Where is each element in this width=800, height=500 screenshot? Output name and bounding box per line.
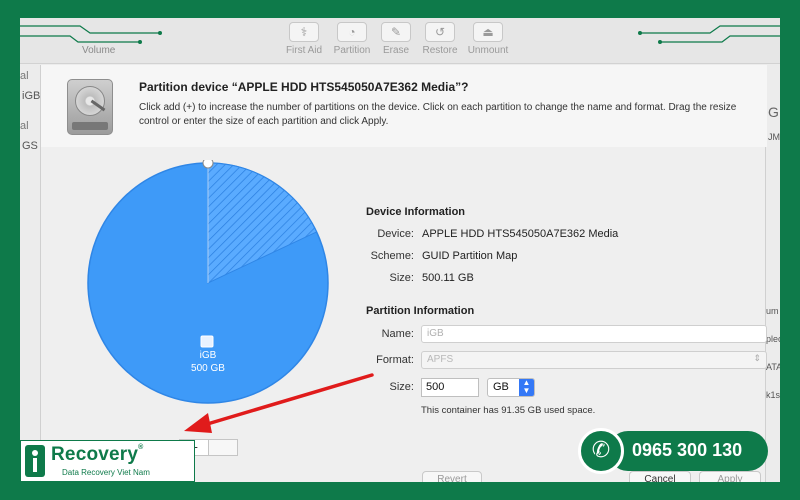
partition-size-input[interactable]: 500 — [421, 378, 479, 397]
format-select[interactable]: APFS ⇕ — [421, 351, 767, 369]
size-label: Size: — [389, 272, 414, 284]
revert-button[interactable]: Revert — [422, 471, 482, 482]
sidebar-fragment: al — [20, 120, 29, 132]
scheme-value: GUID Partition Map — [422, 250, 518, 262]
sheet-header: Partition device “APPLE HDD HTS545050A7E… — [41, 65, 767, 147]
sidebar-fragment[interactable]: GS — [22, 140, 38, 152]
partition-information-heading: Partition Information — [366, 305, 475, 317]
right-panel-fragment: k1s — [766, 390, 780, 400]
remove-partition-button[interactable] — [208, 439, 238, 456]
restore-icon: ↺ — [425, 22, 455, 42]
sheet-description: Click add (+) to increase the number of … — [139, 102, 737, 127]
pie-icon: ◔ — [337, 22, 367, 42]
scheme-label: Scheme: — [370, 250, 414, 262]
device-label: Device: — [377, 228, 414, 240]
device-information-heading: Device Information — [366, 206, 466, 218]
hard-disk-icon — [67, 79, 113, 135]
partition-pie-chart[interactable]: iGB 500 GB — [85, 160, 331, 406]
volume-label: Volume — [82, 45, 116, 56]
cancel-button[interactable]: Cancel — [629, 471, 691, 482]
format-value: APFS — [427, 354, 454, 365]
eject-icon: ⏏ — [473, 22, 503, 42]
brand-subtitle: Data Recovery Viet Nam — [62, 468, 150, 477]
sidebar-fragment: al — [20, 70, 29, 82]
right-panel-fragment: GB — [768, 104, 780, 120]
sidebar-fragment[interactable]: iGB — [22, 90, 40, 102]
size-value: 500.11 GB — [422, 272, 474, 284]
brand-name: Recovery® — [51, 444, 144, 465]
sheet-title: Partition device “APPLE HDD HTS545050A7E… — [139, 80, 469, 94]
right-panel-fragment: ATA — [766, 362, 780, 372]
circuit-decoration-left — [20, 25, 162, 44]
right-panel-fragment: um — [766, 306, 779, 316]
apply-button[interactable]: Apply — [699, 471, 761, 482]
recovery-logo: Recovery® Data Recovery Viet Nam — [20, 440, 195, 482]
circuit-decoration-right — [638, 25, 780, 44]
partition-name-label: iGB — [200, 350, 217, 361]
name-label: Name: — [381, 328, 414, 340]
container-used-space-note: This container has 91.35 GB used space. — [421, 405, 596, 416]
right-panel-fragment: plec — [766, 334, 780, 344]
toolbar: Volume ⚕ First Aid ◔ Partition ✎ Erase ↺… — [20, 18, 780, 64]
device-value: APPLE HDD HTS545050A7E362 Media — [422, 228, 619, 240]
brand-mark-icon — [25, 445, 45, 477]
chevron-updown-icon: ⇕ — [753, 353, 761, 363]
stethoscope-icon: ⚕ — [289, 22, 319, 42]
resize-handle[interactable] — [202, 160, 214, 169]
right-panel-fragment: JME — [768, 132, 780, 142]
chevron-updown-icon: ▲ ▼ — [519, 379, 534, 396]
partition-disk-icon — [200, 335, 214, 348]
partition-size-label: Size: — [389, 381, 414, 393]
size-unit-select[interactable]: GB ▲ ▼ — [487, 378, 535, 397]
partition-name-field[interactable]: iGB — [421, 325, 767, 343]
unmount-label: Unmount — [467, 45, 509, 56]
unmount-button[interactable]: ⏏ Unmount — [460, 22, 516, 56]
phone-icon: ✆ — [578, 428, 624, 474]
disk-utility-window: Volume ⚕ First Aid ◔ Partition ✎ Erase ↺… — [20, 18, 780, 482]
hotline-number: 0965 300 130 — [632, 440, 743, 460]
size-unit-value: GB — [493, 381, 509, 393]
partition-size-label: 500 GB — [191, 363, 225, 374]
partition-sheet: Partition device “APPLE HDD HTS545050A7E… — [40, 65, 767, 482]
erase-icon: ✎ — [381, 22, 411, 42]
format-label: Format: — [376, 354, 414, 366]
